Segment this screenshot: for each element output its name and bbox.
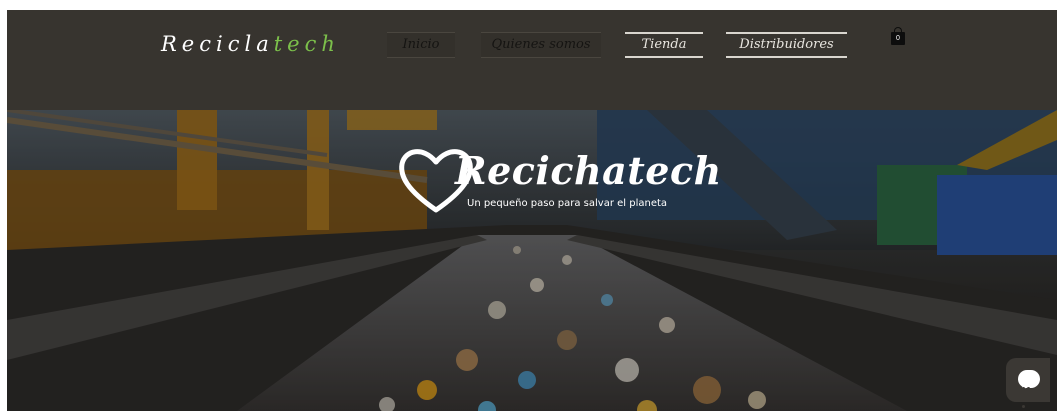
nav-item-quienes-somos[interactable]: Quienes somos (481, 32, 601, 58)
cart-count: 0 (896, 35, 900, 42)
logo-text-main: Recicla (161, 32, 274, 56)
nav-item-tienda[interactable]: Tienda (625, 32, 703, 58)
page: Reciclatech Inicio Quienes somos Tienda … (7, 10, 1057, 411)
site-header: Reciclatech Inicio Quienes somos Tienda … (7, 10, 1057, 110)
nav-item-distribuidores[interactable]: Distribuidores (726, 32, 847, 58)
site-logo[interactable]: Reciclatech (161, 32, 340, 56)
hero-banner: Recichatech Un pequeño paso para salvar … (7, 110, 1057, 411)
cart-button[interactable]: 0 (891, 27, 905, 45)
chat-button[interactable] (1006, 358, 1050, 408)
logo-text-accent: tech (273, 32, 340, 56)
hero-brand: Recichatech Un pequeño paso para salvar … (397, 144, 721, 224)
hero-brand-tagline: Un pequeño paso para salvar el planeta (467, 198, 668, 209)
nav-item-inicio[interactable]: Inicio (387, 32, 455, 58)
hero-brand-title: Recichatech (455, 148, 722, 193)
